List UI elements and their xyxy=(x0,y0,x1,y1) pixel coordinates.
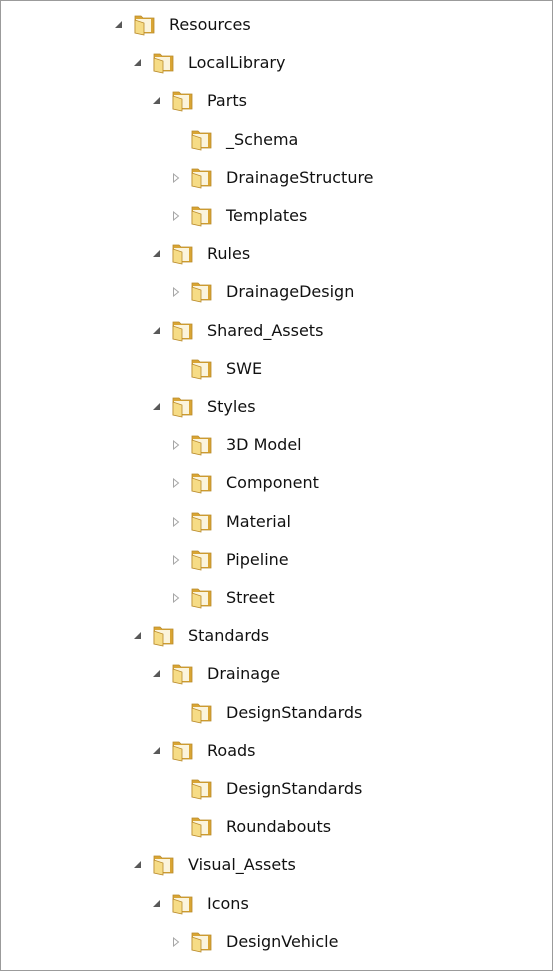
folder-icon xyxy=(188,585,216,609)
tree-node-label[interactable]: Resources xyxy=(169,7,251,43)
tree-node[interactable]: Street xyxy=(1,580,552,616)
tree-node-label[interactable]: Standards xyxy=(188,618,269,654)
folder-icon xyxy=(188,814,216,838)
tree-node-label[interactable]: Styles xyxy=(207,389,256,425)
folder-icon xyxy=(188,929,216,953)
folder-icon xyxy=(188,203,216,227)
tree-node[interactable]: DesignStandards xyxy=(1,695,552,731)
tree-node[interactable]: Drainage xyxy=(1,656,552,692)
folder-icon xyxy=(188,547,216,571)
expanded-arrow-icon[interactable] xyxy=(152,402,162,412)
folder-tree-panel: Resources LocalLibrary Parts _Schema Drainag… xyxy=(0,0,553,971)
folder-icon xyxy=(169,241,197,265)
folder-icon xyxy=(188,127,216,151)
folder-icon xyxy=(188,279,216,303)
tree-node-label[interactable]: SWE xyxy=(226,351,262,387)
folder-icon xyxy=(169,88,197,112)
tree-node[interactable]: Pipeline xyxy=(1,542,552,578)
collapsed-arrow-icon[interactable] xyxy=(171,516,181,527)
folder-icon xyxy=(169,738,197,762)
folder-icon xyxy=(188,470,216,494)
collapsed-arrow-icon[interactable] xyxy=(171,440,181,451)
tree-node-label[interactable]: DrainageStructure xyxy=(226,160,374,196)
tree-node[interactable]: SWE xyxy=(1,351,552,387)
collapsed-arrow-icon[interactable] xyxy=(171,287,181,298)
tree-node-label[interactable]: DesignStandards xyxy=(226,771,362,807)
tree-node[interactable]: DrainageStructure xyxy=(1,160,552,196)
tree-node-label[interactable]: Drainage xyxy=(207,656,280,692)
expanded-arrow-icon[interactable] xyxy=(152,249,162,259)
tree-node[interactable]: Resources xyxy=(1,7,552,43)
collapsed-arrow-icon[interactable] xyxy=(171,478,181,489)
tree-node-label[interactable]: Pipeline xyxy=(226,542,289,578)
folder-icon xyxy=(169,394,197,418)
expanded-arrow-icon[interactable] xyxy=(152,746,162,756)
expanded-arrow-icon[interactable] xyxy=(152,326,162,336)
folder-icon xyxy=(188,356,216,380)
tree-node[interactable]: Standards xyxy=(1,618,552,654)
tree-node-label[interactable]: LocalLibrary xyxy=(188,45,285,81)
tree-node[interactable]: Rules xyxy=(1,236,552,272)
tree-node[interactable]: DesignVehicle xyxy=(1,924,552,960)
tree-node-label[interactable]: 3D Model xyxy=(226,427,302,463)
folder-icon xyxy=(169,661,197,685)
expanded-arrow-icon[interactable] xyxy=(114,20,124,30)
tree-node[interactable]: Material xyxy=(1,504,552,540)
folder-icon xyxy=(188,776,216,800)
expanded-arrow-icon[interactable] xyxy=(133,631,143,641)
folder-icon xyxy=(188,165,216,189)
expanded-arrow-icon[interactable] xyxy=(152,96,162,106)
expanded-arrow-icon[interactable] xyxy=(152,899,162,909)
expanded-arrow-icon[interactable] xyxy=(133,58,143,68)
folder-icon xyxy=(131,12,159,36)
tree-node-label[interactable]: Icons xyxy=(207,886,249,922)
folder-icon xyxy=(150,623,178,647)
tree-node[interactable]: Parts xyxy=(1,83,552,119)
collapsed-arrow-icon[interactable] xyxy=(171,211,181,221)
expanded-arrow-icon[interactable] xyxy=(152,669,162,679)
collapsed-arrow-icon[interactable] xyxy=(171,936,181,947)
tree-node[interactable]: LocalLibrary xyxy=(1,45,552,81)
tree-node[interactable]: Visual_Assets xyxy=(1,847,552,883)
tree-node[interactable]: DesignStandards xyxy=(1,771,552,807)
folder-icon xyxy=(150,852,178,876)
folder-icon xyxy=(150,50,178,74)
collapsed-arrow-icon[interactable] xyxy=(171,554,181,565)
tree-node-label[interactable]: Component xyxy=(226,465,319,501)
tree-node-label[interactable]: Roads xyxy=(207,733,255,769)
tree-node-label[interactable]: Roundabouts xyxy=(226,809,331,845)
folder-icon xyxy=(188,432,216,456)
expanded-arrow-icon[interactable] xyxy=(133,860,143,870)
folder-icon xyxy=(188,700,216,724)
tree-node[interactable]: Icons xyxy=(1,886,552,922)
tree-node-label[interactable]: _Schema xyxy=(226,122,298,158)
tree-node[interactable]: Roads xyxy=(1,733,552,769)
collapsed-arrow-icon[interactable] xyxy=(171,593,181,603)
folder-icon xyxy=(188,509,216,533)
tree-node[interactable]: Component xyxy=(1,465,552,501)
tree-node-label[interactable]: Material xyxy=(226,504,291,540)
tree-node-label[interactable]: Shared_Assets xyxy=(207,313,323,349)
tree-node[interactable]: _Schema xyxy=(1,122,552,158)
tree-node[interactable]: Styles xyxy=(1,389,552,425)
tree-node-label[interactable]: Templates xyxy=(226,198,307,234)
tree-node-label[interactable]: Visual_Assets xyxy=(188,847,296,883)
tree-node[interactable]: 3D Model xyxy=(1,427,552,463)
tree-node-label[interactable]: Parts xyxy=(207,83,247,119)
tree-node-label[interactable]: DesignVehicle xyxy=(226,924,338,960)
tree-node[interactable]: Roundabouts xyxy=(1,809,552,845)
tree-node[interactable]: Shared_Assets xyxy=(1,313,552,349)
tree-node-label[interactable]: DrainageDesign xyxy=(226,274,354,310)
tree-node-label[interactable]: Rules xyxy=(207,236,250,272)
folder-icon xyxy=(169,891,197,915)
tree-node-label[interactable]: Street xyxy=(226,580,275,616)
folder-icon xyxy=(169,318,197,342)
tree-node[interactable]: DrainageDesign xyxy=(1,274,552,310)
tree-node[interactable]: Templates xyxy=(1,198,552,234)
collapsed-arrow-icon[interactable] xyxy=(171,172,181,183)
tree-node-label[interactable]: DesignStandards xyxy=(226,695,362,731)
